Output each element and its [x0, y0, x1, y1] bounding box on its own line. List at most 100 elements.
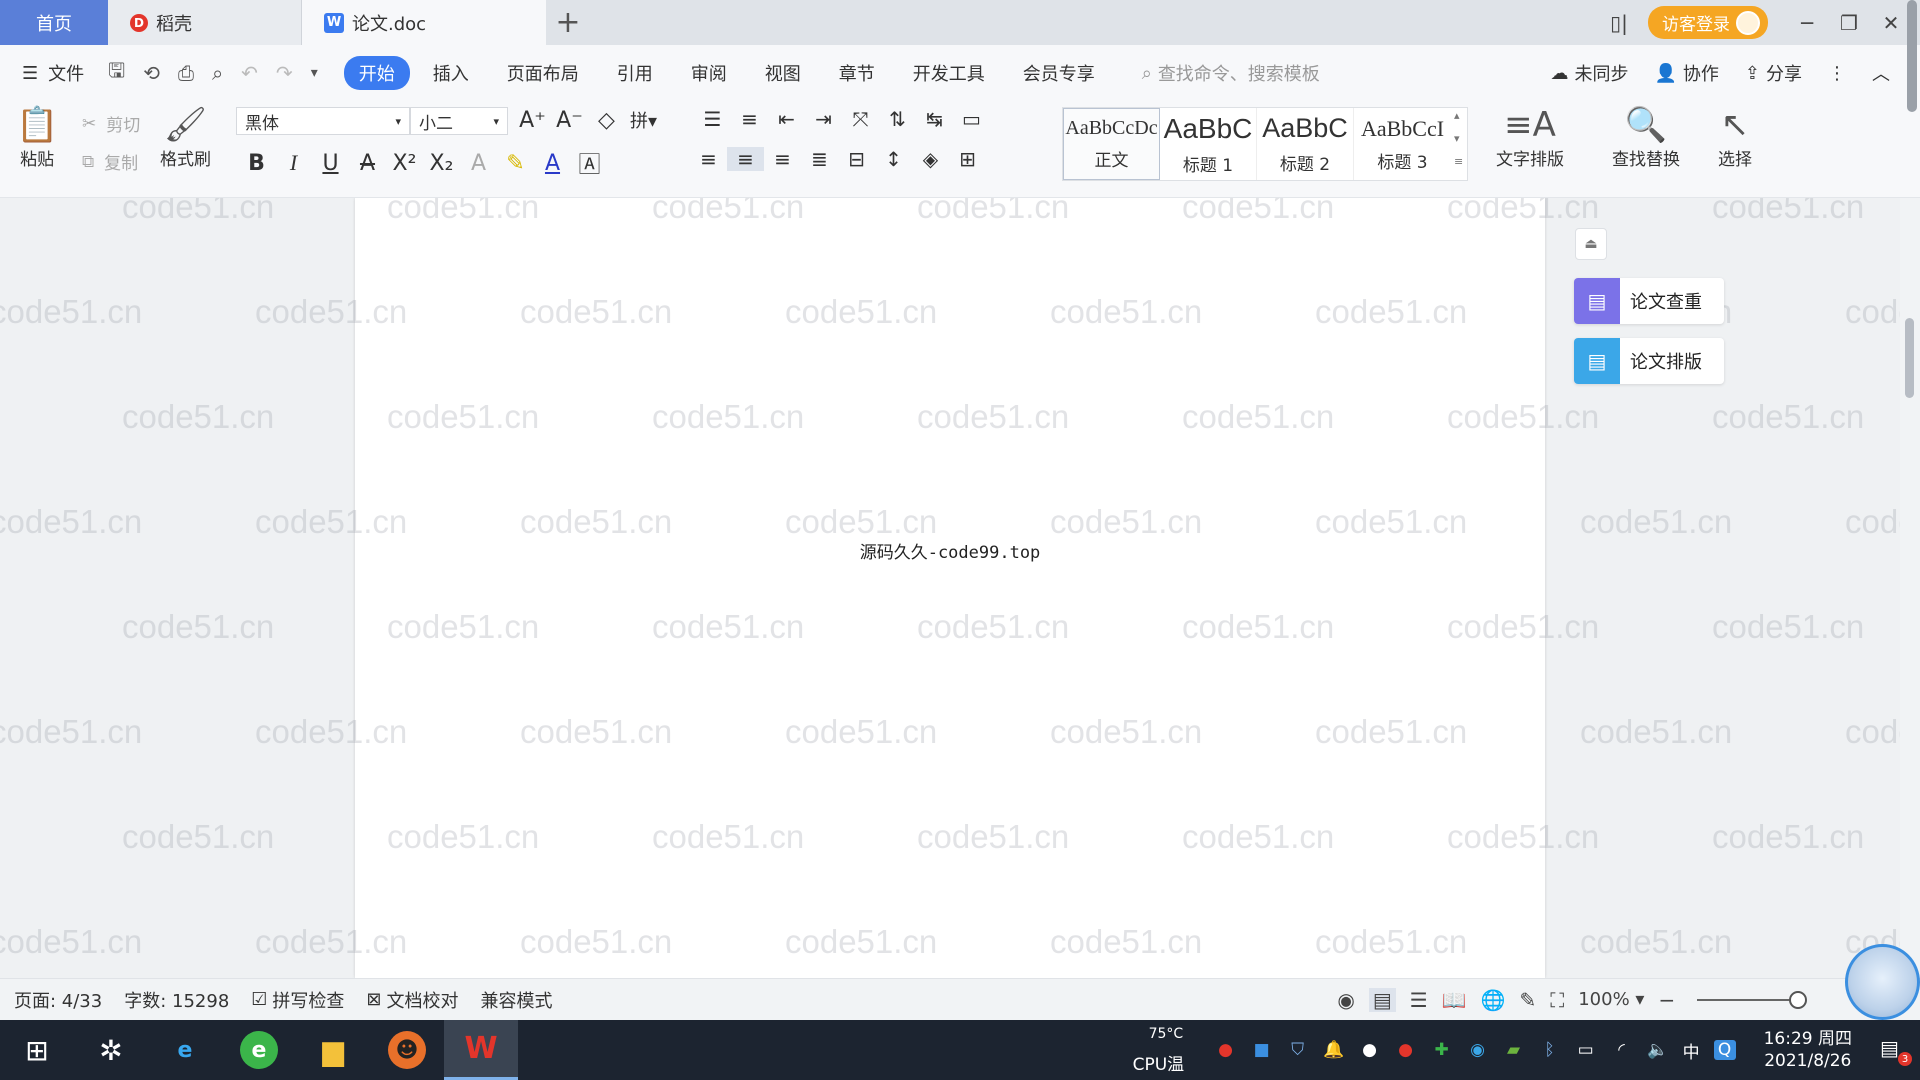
chinese-layout-icon[interactable]: ⤧: [842, 107, 879, 131]
bold-icon[interactable]: B: [238, 151, 275, 176]
paper-check-button[interactable]: ▤ 论文查重: [1574, 278, 1724, 324]
sync-status-button[interactable]: ☁ 未同步: [1550, 60, 1628, 86]
file-menu[interactable]: ☰ 文件: [0, 60, 84, 86]
tray-app-blue-icon[interactable]: ■: [1251, 1040, 1273, 1060]
minimize-button[interactable]: ─: [1786, 0, 1828, 45]
outline-view-icon[interactable]: ☰: [1410, 988, 1428, 1012]
zoom-slider[interactable]: [1697, 990, 1808, 1009]
zoom-slider-knob[interactable]: [1789, 990, 1808, 1009]
tab-daoke[interactable]: D 稻壳: [108, 0, 302, 45]
more-options-icon[interactable]: ⋮: [1828, 63, 1846, 84]
font-name-select[interactable]: 黑体 ▾: [236, 107, 410, 135]
menu-tab-sections[interactable]: 章节: [824, 56, 890, 90]
menu-tab-insert[interactable]: 插入: [418, 56, 484, 90]
share-button[interactable]: ⇪ 分享: [1745, 60, 1802, 86]
align-left-icon[interactable]: ≡: [690, 147, 727, 171]
text-effect-icon[interactable]: A: [460, 151, 497, 176]
highlight-icon[interactable]: ✎: [497, 151, 534, 176]
cut-button[interactable]: ✂ 剪切: [82, 111, 140, 137]
collaborate-button[interactable]: 👤 协作: [1654, 60, 1718, 86]
notification-center-icon[interactable]: ▤ 3: [1880, 1036, 1912, 1066]
select-button[interactable]: ↖ 选择: [1718, 105, 1752, 170]
font-size-select[interactable]: 小二 ▾: [410, 107, 508, 135]
ie-browser-icon[interactable]: e: [148, 1020, 222, 1080]
increase-indent-icon[interactable]: ⇥: [805, 107, 842, 131]
tray-plus-icon[interactable]: ✚: [1431, 1040, 1453, 1060]
print-icon[interactable]: ⎙: [178, 61, 194, 85]
page-view-icon[interactable]: ▤: [1368, 987, 1396, 1012]
browser-360-icon[interactable]: e: [222, 1020, 296, 1080]
tray-nvidia-icon[interactable]: ▰: [1503, 1040, 1525, 1060]
gallery-up-icon[interactable]: ▴: [1454, 109, 1463, 122]
align-right-icon[interactable]: ≡: [764, 147, 801, 171]
tray-app-red-icon[interactable]: ●: [1215, 1040, 1237, 1060]
side-panel-collapse-icon[interactable]: ⏏: [1575, 228, 1607, 260]
phonetic-guide-icon[interactable]: 拼▾: [625, 107, 662, 133]
menu-tab-page-layout[interactable]: 页面布局: [492, 56, 594, 90]
shrink-font-icon[interactable]: A⁻: [551, 108, 588, 133]
vertical-scrollbar-thumb[interactable]: [1905, 318, 1914, 398]
clear-format-icon[interactable]: ◇: [588, 108, 625, 133]
quick-access-dropdown-icon[interactable]: ▾: [311, 65, 318, 81]
style-heading-1[interactable]: AaBbC 标题 1: [1160, 108, 1257, 180]
style-heading-2[interactable]: AaBbC 标题 2: [1257, 108, 1354, 180]
ruler-icon[interactable]: ▭: [953, 107, 990, 131]
menu-tab-developer[interactable]: 开发工具: [898, 56, 1000, 90]
borders-icon[interactable]: ⊞: [949, 147, 986, 171]
battery-icon[interactable]: ▭: [1575, 1040, 1597, 1060]
cpu-temp-widget[interactable]: 75°C CPU温度: [1129, 1020, 1201, 1080]
character-border-icon[interactable]: 🄰: [571, 147, 608, 179]
redo-icon[interactable]: ↷: [276, 61, 293, 85]
save-icon[interactable]: 🖫: [108, 56, 125, 90]
proofread-button[interactable]: ⊠ 文档校对: [366, 987, 458, 1013]
new-tab-button[interactable]: +: [546, 0, 590, 45]
ime-indicator[interactable]: 中: [1683, 1038, 1700, 1063]
undo-icon[interactable]: ↶: [241, 61, 258, 85]
subscript-icon[interactable]: X₂: [423, 151, 460, 176]
menu-tab-home[interactable]: 开始: [343, 56, 410, 90]
web-view-icon[interactable]: 🌐: [1481, 988, 1506, 1012]
tray-shield-icon[interactable]: ⛉: [1287, 1040, 1309, 1060]
align-center-icon[interactable]: ≡: [727, 147, 764, 171]
font-color-icon[interactable]: A: [534, 151, 571, 176]
file-explorer-icon[interactable]: ▆: [296, 1020, 370, 1080]
bullet-list-icon[interactable]: ☰: [694, 107, 731, 131]
pinwheel-app-icon[interactable]: ✲: [74, 1020, 148, 1080]
windows-start-icon[interactable]: ⊞: [0, 1020, 74, 1080]
bluetooth-icon[interactable]: ᛒ: [1539, 1040, 1561, 1060]
reading-view-icon[interactable]: 📖: [1442, 988, 1467, 1012]
find-replace-button[interactable]: 🔍 查找替换: [1612, 105, 1680, 170]
tray-bell-icon[interactable]: 🔔: [1323, 1040, 1345, 1060]
strikethrough-icon[interactable]: A: [349, 151, 386, 176]
vertical-scrollbar[interactable]: [1900, 198, 1920, 978]
tray-penguin-icon[interactable]: ●: [1359, 1040, 1381, 1060]
paste-button[interactable]: 📋 粘贴: [16, 105, 58, 170]
italic-icon[interactable]: I: [275, 150, 312, 176]
gallery-more-icon[interactable]: ≡: [1454, 155, 1463, 168]
text-layout-button[interactable]: ≡A 文字排版: [1496, 105, 1564, 170]
style-normal[interactable]: AaBbCcDc 正文: [1063, 108, 1160, 180]
sort-icon[interactable]: ⇅: [879, 107, 916, 131]
tab-home[interactable]: 首页: [0, 0, 108, 45]
fit-page-icon[interactable]: ⛶: [1550, 988, 1564, 1012]
tab-document[interactable]: W 论文.doc: [302, 0, 546, 45]
superscript-icon[interactable]: X²: [386, 151, 423, 176]
spell-check-button[interactable]: ☑ 拼写检查: [251, 987, 344, 1013]
clock[interactable]: 16:29 周四 2021/8/26: [1764, 1028, 1852, 1072]
page-indicator[interactable]: 页面: 4/33: [14, 987, 102, 1013]
tray-qq-icon[interactable]: ●: [1395, 1040, 1417, 1060]
menu-tab-review[interactable]: 审阅: [676, 56, 742, 90]
word-count[interactable]: 字数: 15298: [124, 987, 229, 1013]
wps-office-icon[interactable]: W: [444, 1020, 518, 1080]
distributed-icon[interactable]: ⊟: [838, 147, 875, 171]
window-scrollbar-thumb[interactable]: [1907, 0, 1917, 112]
restore-button[interactable]: ❐: [1828, 0, 1870, 45]
document-page[interactable]: 源码久久-code99.top: [355, 198, 1545, 978]
underline-icon[interactable]: U: [312, 151, 349, 176]
collapse-ribbon-icon[interactable]: ︿: [1872, 60, 1890, 86]
layout-toggle-icon[interactable]: ▯|: [1598, 0, 1640, 45]
menu-tab-member[interactable]: 会员专享: [1008, 56, 1110, 90]
volume-icon[interactable]: 🔈: [1647, 1040, 1669, 1060]
tray-app-cyan-icon[interactable]: ◉: [1467, 1040, 1489, 1060]
cloud-icon[interactable]: ⟲: [143, 61, 160, 85]
